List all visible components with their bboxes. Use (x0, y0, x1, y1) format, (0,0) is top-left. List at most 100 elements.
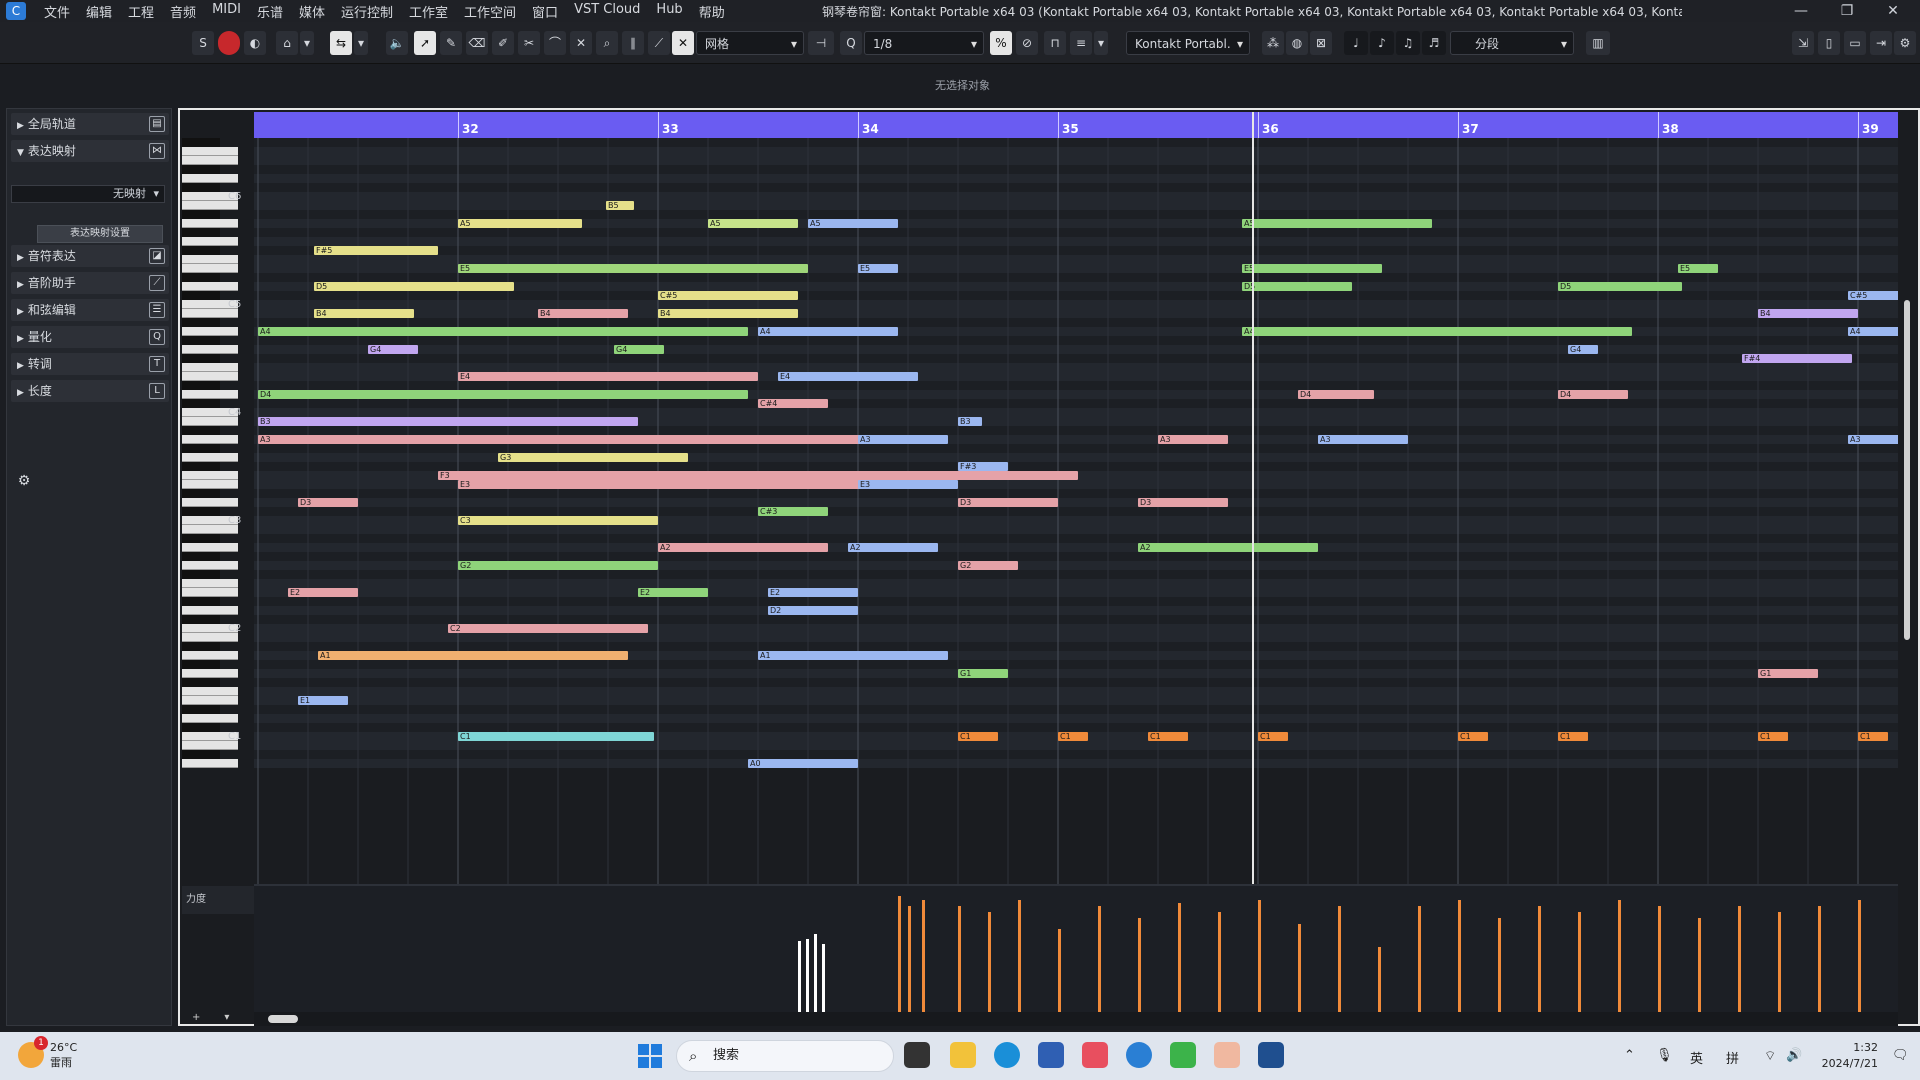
velocity-bar[interactable] (1538, 905, 1541, 1012)
midi-note[interactable]: A4 (758, 327, 898, 336)
note-grid[interactable]: B5 A5 A5 A5 A5 F#5 E5 E5 E5 E5 D5 D5 D5 C#5 C#5 B4 B4 B4 B… (254, 138, 1898, 912)
expression-map-select[interactable]: 无映射 (11, 185, 165, 203)
midi-note[interactable]: E5 (1242, 264, 1382, 273)
wechat-icon[interactable] (1170, 1042, 1196, 1068)
midi-note[interactable]: B3 (258, 417, 638, 426)
midi-note[interactable]: F#3 (958, 462, 1008, 471)
midi-note[interactable]: D4 (258, 390, 748, 399)
black-key[interactable] (182, 426, 220, 435)
restore-icon[interactable]: ❐ (1824, 0, 1870, 22)
midi-note[interactable]: C1 (1458, 732, 1488, 741)
black-key[interactable] (182, 336, 220, 345)
playback-cursor[interactable] (1252, 112, 1254, 912)
black-key[interactable] (182, 705, 220, 714)
midi-note[interactable]: D3 (1138, 498, 1228, 507)
midi-note[interactable]: A5 (458, 219, 582, 228)
midi-note[interactable]: C1 (1558, 732, 1588, 741)
expression-map-icon[interactable]: ⋈ (149, 143, 165, 159)
white-key[interactable] (182, 237, 238, 246)
midi-note[interactable]: C#4 (758, 399, 828, 408)
white-key[interactable] (182, 633, 238, 642)
left-zone-icon[interactable]: ▯ (1818, 31, 1840, 55)
white-key[interactable] (182, 282, 238, 291)
midi-note[interactable]: E2 (288, 588, 358, 597)
midi-note[interactable]: E5 (1678, 264, 1718, 273)
monitor-button[interactable]: ◐ (244, 31, 266, 55)
erase-tool-icon[interactable]: ⌫ (466, 31, 488, 55)
midi-note[interactable]: F#5 (314, 246, 438, 255)
midi-note[interactable]: E1 (298, 696, 348, 705)
taskbar-search[interactable]: ⌕ 搜索 (676, 1040, 894, 1072)
velocity-bar[interactable] (958, 905, 961, 1012)
midi-note[interactable]: D4 (1558, 390, 1628, 399)
midi-note[interactable]: G4 (1568, 345, 1598, 354)
notifications-icon[interactable]: 🗨 (1892, 1048, 1909, 1063)
menu-item[interactable]: MIDI (204, 2, 249, 21)
midi-note[interactable]: E3 (858, 480, 958, 489)
black-key[interactable] (182, 615, 220, 624)
velocity-bar[interactable] (1498, 917, 1501, 1012)
split-tool-icon[interactable]: ✂ (518, 31, 540, 55)
piano-keyboard[interactable]: C6 C5 C4 C3 C2 C1 (182, 138, 254, 912)
quantize-icon[interactable]: Q (840, 31, 862, 55)
velocity-bar[interactable] (814, 934, 817, 1012)
black-key[interactable] (182, 246, 220, 255)
section-expression-map[interactable]: ▼ 表达映射 ⋈ (11, 140, 169, 162)
black-key[interactable] (182, 660, 220, 669)
inspector-settings-gear-icon[interactable]: ⚙ (13, 471, 35, 491)
volume-icon[interactable]: 🔊 (1786, 1048, 1802, 1063)
length-l-icon[interactable]: L (149, 383, 165, 399)
note-expression-icon[interactable]: ◪ (149, 248, 165, 264)
midi-note[interactable]: C2 (448, 624, 648, 633)
velocity-bar[interactable] (1098, 905, 1101, 1012)
length-list-icon[interactable]: ≡ (1070, 31, 1092, 55)
white-key[interactable] (182, 651, 238, 660)
midi-note[interactable]: G1 (1758, 669, 1818, 678)
midi-note[interactable]: C1 (1258, 732, 1288, 741)
black-key[interactable] (182, 291, 220, 300)
black-key[interactable] (182, 723, 220, 732)
section-length[interactable]: ▶ 长度 L (11, 380, 169, 402)
midi-note[interactable]: G1 (958, 669, 1008, 678)
microphone-icon[interactable]: 🎙 (1656, 1048, 1673, 1063)
pitch-insert-icon[interactable]: ♬ (1422, 31, 1446, 55)
velocity-lane[interactable] (254, 884, 1898, 1012)
white-key[interactable] (182, 264, 238, 273)
menu-item[interactable]: 运行控制 (333, 2, 401, 21)
velocity-bar[interactable] (1818, 905, 1821, 1012)
grid-type-select[interactable]: 网格 (696, 31, 804, 56)
white-key[interactable] (182, 372, 238, 381)
auto-scroll-button[interactable]: ⇆ (330, 31, 352, 55)
midi-note[interactable]: C1 (958, 732, 998, 741)
record-button[interactable] (218, 31, 240, 55)
midi-note[interactable]: A3 (858, 435, 948, 444)
menu-item[interactable]: 窗口 (524, 2, 566, 21)
menu-item[interactable]: 媒体 (291, 2, 333, 21)
midi-note[interactable]: G3 (498, 453, 688, 462)
midi-note[interactable]: C1 (1758, 732, 1788, 741)
midi-note[interactable]: E4 (458, 372, 758, 381)
white-key[interactable] (182, 345, 238, 354)
velocity-bar[interactable] (1658, 905, 1661, 1012)
white-key[interactable] (182, 498, 238, 507)
white-key[interactable] (182, 390, 238, 399)
lower-zone-icon[interactable]: ▭ (1844, 31, 1866, 55)
black-key[interactable] (182, 381, 220, 390)
white-key[interactable] (182, 561, 238, 570)
midi-note[interactable]: B3 (958, 417, 982, 426)
menu-item[interactable]: 工作空间 (456, 2, 524, 21)
white-key[interactable] (182, 219, 238, 228)
midi-note[interactable]: A3 (1848, 435, 1898, 444)
menu-item[interactable]: 乐谱 (249, 2, 291, 21)
midi-note[interactable]: A1 (318, 651, 628, 660)
mute-tool-icon[interactable]: ✕ (570, 31, 592, 55)
chord-edit-icon[interactable]: ⁂ (1262, 31, 1284, 55)
midi-note[interactable]: D2 (768, 606, 858, 615)
snap-toggle-icon[interactable]: ✕ (672, 31, 694, 55)
snapshot-icon[interactable]: ⌂ (276, 31, 298, 55)
midi-note[interactable]: A2 (1138, 543, 1318, 552)
midi-note[interactable]: C#3 (758, 507, 828, 516)
black-key[interactable] (182, 570, 220, 579)
horizontal-scrollbar[interactable] (254, 1012, 1898, 1026)
black-key[interactable] (182, 354, 220, 363)
